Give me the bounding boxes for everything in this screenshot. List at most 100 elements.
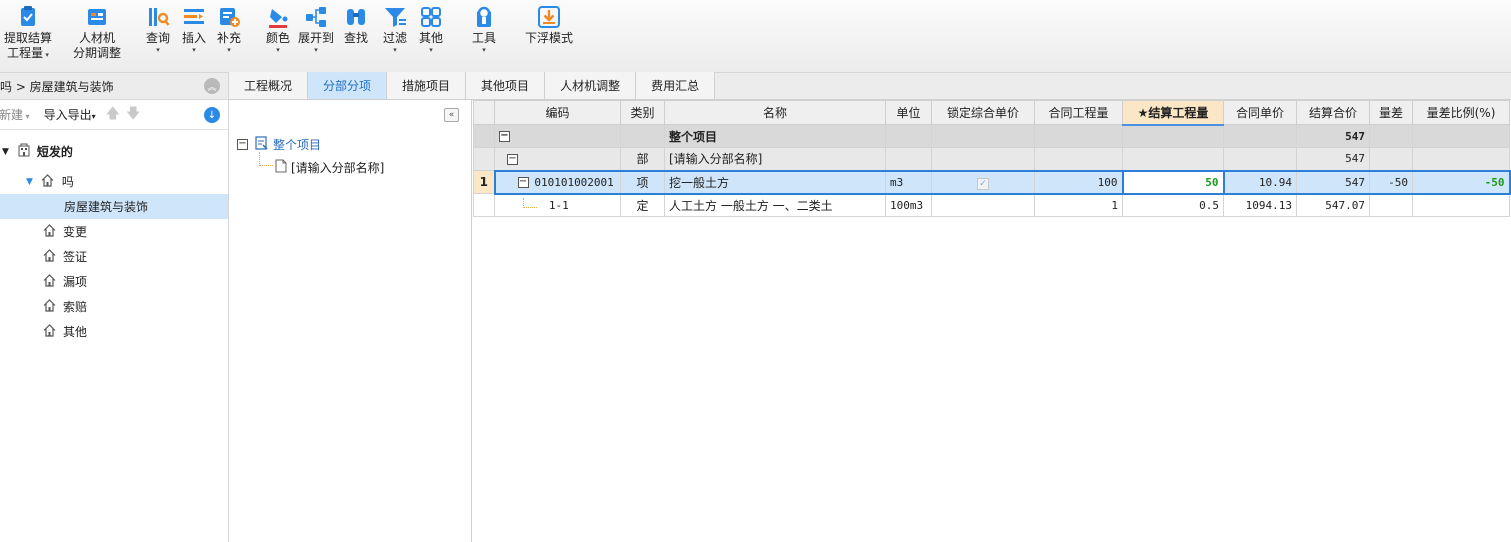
- tree-item-change[interactable]: 变更: [0, 219, 228, 244]
- section-tree-panel: « − 整个项目 [请输入分部名称]: [229, 100, 472, 542]
- cell-code-text: 010101002001: [534, 176, 614, 189]
- tree-item-label: 签证: [63, 250, 88, 264]
- header-diff[interactable]: 量差: [1369, 100, 1413, 125]
- tree-item-label: 变更: [63, 225, 88, 239]
- cell-contract-price[interactable]: 10.94: [1223, 169, 1297, 195]
- collapse-triangle-icon[interactable]: ▼: [26, 177, 33, 187]
- tab-measures[interactable]: 措施项目: [387, 72, 467, 99]
- project-icon: [255, 136, 269, 153]
- cell-settle-qty[interactable]: 0.5: [1122, 193, 1224, 217]
- import-export-button[interactable]: 导入导出▾: [44, 106, 96, 123]
- home-icon: [43, 273, 56, 290]
- collapse-panel-button[interactable]: ︽: [204, 78, 220, 94]
- extract-settlement-button[interactable]: 提取结算 工程量 ▾: [4, 4, 52, 61]
- other-button[interactable]: 其他 ▾: [418, 4, 444, 55]
- cell-settle-qty[interactable]: 50: [1121, 169, 1225, 195]
- tree-item-ma[interactable]: ▼ 吗: [0, 169, 228, 194]
- table-row[interactable]: 1-1 定 人工土方 一般土方 一、二类土 100m3 1 0.5 1094.1…: [473, 193, 1510, 217]
- header-name[interactable]: 名称: [664, 100, 886, 125]
- tree-item-claim[interactable]: 索赔: [0, 294, 228, 319]
- expand-to-button[interactable]: 展开到 ▾: [298, 4, 334, 55]
- material-adjust-button[interactable]: 人材机 分期调整: [73, 4, 121, 61]
- tab-material-adjust[interactable]: 人材机调整: [545, 72, 637, 99]
- supplement-button[interactable]: 补充 ▾: [216, 4, 242, 55]
- cell-name[interactable]: 人工土方 一般土方 一、二类土: [664, 193, 886, 217]
- table-row[interactable]: − 部 [请输入分部名称] 547: [473, 147, 1510, 171]
- home-icon: [43, 298, 56, 315]
- cell-name[interactable]: 整个项目: [664, 124, 886, 148]
- query-icon: [145, 4, 171, 30]
- collapse-triangle-icon[interactable]: ▼: [2, 147, 9, 157]
- table-row[interactable]: 1 − 010101002001 项 挖一般土方 m3 ✓ 100 50 10.…: [473, 169, 1511, 195]
- color-label: 颜色: [265, 31, 290, 45]
- collapse-box-icon[interactable]: −: [507, 153, 518, 165]
- lock-price-checkbox[interactable]: ✓: [977, 177, 989, 190]
- table-row[interactable]: − 整个项目 547: [473, 124, 1510, 148]
- cell-contract-price[interactable]: 1094.13: [1223, 193, 1297, 217]
- material-label: 人材机: [79, 31, 116, 45]
- insert-button[interactable]: 插入 ▾: [181, 4, 207, 55]
- tree-item-other[interactable]: 其他: [0, 319, 228, 344]
- filter-button[interactable]: 过滤 ▾: [382, 4, 408, 55]
- tab-sub-items[interactable]: 分部分项: [308, 72, 388, 99]
- cell-diff: -50: [1369, 169, 1413, 195]
- section-tree-child[interactable]: [请输入分部名称]: [275, 159, 384, 176]
- collapse-box-icon[interactable]: −: [237, 139, 248, 150]
- tree-item-missing[interactable]: 漏项: [0, 269, 228, 294]
- tab-cost-summary[interactable]: 费用汇总: [636, 72, 716, 99]
- tree-item-label: 索赔: [63, 300, 88, 314]
- cell-type[interactable]: 部: [620, 147, 665, 171]
- header-unit[interactable]: 单位: [885, 100, 932, 125]
- cell-type[interactable]: 项: [620, 169, 665, 195]
- tree-item-visa[interactable]: 签证: [0, 244, 228, 269]
- cell-unit[interactable]: 100m3: [885, 193, 932, 217]
- cell-name[interactable]: 挖一般土方: [664, 169, 886, 195]
- section-tree-root[interactable]: − 整个项目: [237, 136, 321, 153]
- cell-name[interactable]: [请输入分部名称]: [664, 147, 886, 171]
- cell-contract-qty[interactable]: 100: [1034, 169, 1123, 195]
- new-button[interactable]: 新建 ▾: [0, 106, 30, 123]
- move-up-icon[interactable]: 🡅: [106, 103, 120, 127]
- header-settle-qty[interactable]: ★结算工程量: [1122, 100, 1224, 126]
- header-lock-price[interactable]: 锁定综合单价: [931, 100, 1035, 125]
- color-button[interactable]: 颜色 ▾: [265, 4, 291, 55]
- extract-label: 提取结算: [4, 31, 53, 45]
- cell-contract-qty[interactable]: 1: [1034, 193, 1123, 217]
- dropdown-arrow-icon: ▾: [276, 46, 280, 54]
- tree-connector: [259, 152, 273, 166]
- cell-unit[interactable]: m3: [885, 169, 932, 195]
- header-settle-total[interactable]: 结算合价: [1296, 100, 1370, 125]
- tools-label: 工具: [471, 31, 496, 45]
- dropdown-arrow-icon: ▾: [429, 46, 433, 54]
- tree-item-root[interactable]: ▼ 短发的: [0, 139, 228, 164]
- header-contract-price[interactable]: 合同单价: [1223, 100, 1297, 125]
- supplement-label: 补充: [216, 31, 241, 45]
- move-down-icon[interactable]: 🡇: [126, 103, 140, 127]
- collapse-left-icon[interactable]: «: [444, 108, 459, 122]
- cell-lock-price[interactable]: [931, 193, 1035, 217]
- header-diff-ratio[interactable]: 量差比例(%): [1412, 100, 1510, 125]
- header-type[interactable]: 类别: [620, 100, 665, 125]
- insert-label: 插入: [181, 31, 206, 45]
- tree-item-label: 漏项: [63, 275, 88, 289]
- float-down-mode-button[interactable]: 下浮模式: [525, 4, 573, 46]
- collapse-box-icon[interactable]: −: [499, 131, 510, 142]
- cell-type[interactable]: 定: [620, 193, 665, 217]
- tree-item-building-decoration[interactable]: 房屋建筑与装饰: [0, 194, 228, 219]
- tab-other-items[interactable]: 其他项目: [466, 72, 546, 99]
- dropdown-arrow-icon: ▾: [227, 46, 231, 54]
- collapse-box-icon[interactable]: −: [517, 177, 529, 188]
- cell-code[interactable]: − 010101002001: [493, 169, 621, 195]
- cell-code[interactable]: 1-1: [494, 193, 621, 217]
- cell-lock-price[interactable]: ✓: [931, 169, 1035, 195]
- toolbar: 提取结算 工程量 ▾ 人材机 分期调整 查询 ▾ 插入 ▾ 补充 ▾ 颜色 ▾ …: [0, 0, 1511, 73]
- download-icon[interactable]: ↓: [204, 107, 220, 123]
- cell-settle-total: 547.07: [1296, 193, 1370, 217]
- find-button[interactable]: 查找: [343, 4, 369, 46]
- tab-project-overview[interactable]: 工程概况: [229, 72, 309, 99]
- find-icon: [343, 4, 369, 30]
- query-button[interactable]: 查询 ▾: [145, 4, 171, 55]
- header-contract-qty[interactable]: 合同工程量: [1034, 100, 1123, 125]
- header-code[interactable]: 编码: [494, 100, 621, 125]
- tools-button[interactable]: 工具 ▾: [471, 4, 497, 55]
